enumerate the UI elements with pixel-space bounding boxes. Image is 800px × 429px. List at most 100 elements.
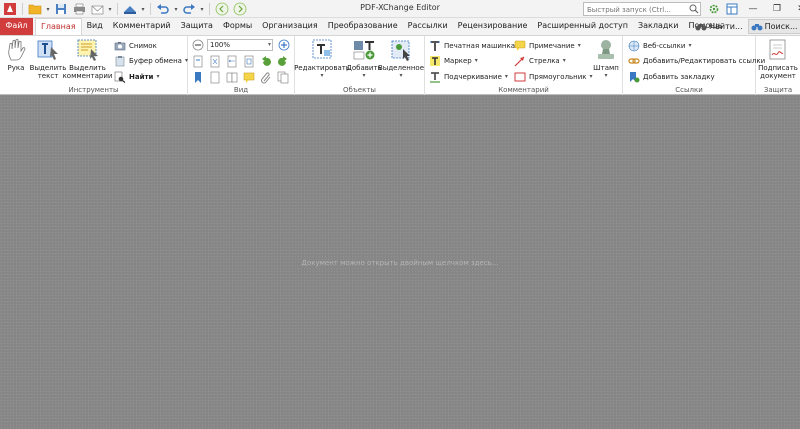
chevron-down-icon: ▾ — [562, 57, 566, 64]
email-icon[interactable] — [89, 2, 105, 16]
tab-4[interactable]: Формы — [218, 18, 257, 35]
select-comments-button[interactable]: Выделить комментарии — [62, 38, 113, 80]
document-area[interactable]: Документ можно открыть двойным щелчком з… — [0, 96, 800, 429]
pages-panel-icon[interactable] — [277, 71, 289, 84]
chevron-down-icon: ▾ — [604, 72, 608, 79]
tab-3[interactable]: Защита — [176, 18, 218, 35]
chevron-down-icon: ▾ — [474, 57, 478, 64]
chevron-down-icon: ▾ — [504, 73, 508, 80]
back-icon[interactable] — [214, 2, 230, 16]
selected-objects-label: Выделенное — [378, 64, 424, 72]
highlighter-icon — [430, 55, 440, 66]
bookmark-icon[interactable] — [192, 71, 204, 84]
clipboard-icon — [115, 55, 125, 66]
stamp-icon — [598, 40, 614, 59]
select-comments-label: Выделить комментарии — [62, 64, 113, 80]
selected-content-icon — [391, 40, 410, 61]
comment-view-icon[interactable] — [243, 71, 255, 84]
layout-icon[interactable] — [723, 1, 741, 17]
add-bookmark-label: Добавить закладку — [643, 72, 715, 81]
fit-visible-icon[interactable] — [243, 55, 255, 68]
add-objects-button[interactable]: Добавить ▾ — [346, 38, 382, 80]
fit-width-icon[interactable] — [226, 55, 238, 68]
hand-tool-button[interactable]: Рука — [3, 38, 29, 72]
find-tool-button[interactable]: Найти ▾ — [114, 70, 159, 83]
dropdown-arrow-icon[interactable]: ▾ — [45, 2, 51, 16]
minimize-button[interactable]: — — [741, 1, 765, 17]
select-text-button[interactable]: Выделить текст — [30, 38, 66, 80]
stamp-button[interactable]: Штамп ▾ — [591, 38, 621, 80]
dropdown-arrow-icon[interactable]: ▾ — [199, 2, 205, 16]
note-button[interactable]: Примечание ▾ — [514, 39, 581, 52]
find-document-icon — [114, 71, 126, 83]
tab-9[interactable]: Расширенный доступ — [532, 18, 633, 35]
weblinks-button[interactable]: Веб-ссылки ▾ — [628, 39, 691, 52]
single-page-icon[interactable] — [209, 71, 221, 84]
restore-button[interactable]: ❐ — [765, 1, 789, 17]
search-button[interactable]: Поиск... — [747, 19, 800, 34]
fit-page-icon[interactable] — [209, 55, 221, 68]
tab-7[interactable]: Рассылки — [403, 18, 453, 35]
forward-icon[interactable] — [232, 2, 248, 16]
find-button[interactable]: Найти... — [693, 19, 745, 34]
typewriter-icon — [430, 40, 440, 51]
scan-icon[interactable] — [122, 2, 138, 16]
dropdown-arrow-icon[interactable]: ▾ — [107, 2, 113, 16]
tab-10[interactable]: Закладки — [633, 18, 683, 35]
snapshot-button[interactable]: Снимок — [114, 39, 157, 52]
group-label-links: Ссылки — [675, 86, 703, 94]
rectangle-button[interactable]: Прямоугольник ▾ — [514, 70, 593, 83]
typewriter-label: Печатная машинка — [444, 41, 515, 50]
search-icon[interactable] — [689, 4, 699, 14]
typewriter-button[interactable]: Печатная машинка — [429, 39, 515, 52]
print-icon[interactable] — [71, 2, 87, 16]
zoom-in-icon[interactable] — [278, 39, 290, 52]
add-bookmark-button[interactable]: Добавить закладку — [628, 70, 715, 83]
select-text-icon — [37, 40, 58, 60]
edit-objects-button[interactable]: Редактировать ▾ — [294, 38, 350, 80]
tab-0[interactable]: Главная — [35, 18, 82, 35]
open-folder-icon[interactable] — [27, 2, 43, 16]
zoom-level-value: 100% — [210, 41, 231, 49]
undo-icon[interactable] — [155, 2, 171, 16]
tab-5[interactable]: Организация — [257, 18, 323, 35]
arrow-label: Стрелка — [529, 56, 560, 65]
settings-gear-icon[interactable] — [705, 1, 723, 17]
zoom-out-icon[interactable] — [192, 39, 204, 52]
arrow-button[interactable]: Стрелка ▾ — [514, 54, 566, 67]
zoom-level-field[interactable]: 100% ▾ — [207, 39, 273, 51]
quick-launch-input[interactable] — [583, 2, 701, 16]
ribbon-panel: Рука Выделить текст Выделить комментарии… — [0, 35, 800, 95]
rotate-left-icon[interactable] — [260, 55, 272, 68]
add-edit-link-button[interactable]: Добавить/Редактировать ссылки — [628, 54, 765, 67]
dropdown-arrow-icon[interactable]: ▾ — [173, 2, 179, 16]
tab-1[interactable]: Вид — [82, 18, 108, 35]
clipboard-button[interactable]: Буфер обмена ▾ — [114, 54, 188, 67]
tab-file[interactable]: Файл — [0, 18, 33, 35]
add-content-icon — [353, 41, 375, 60]
note-label: Примечание — [529, 41, 575, 50]
marker-button[interactable]: Маркер ▾ — [429, 54, 478, 67]
group-tools: Рука Выделить текст Выделить комментарии… — [0, 36, 188, 95]
group-label-view: Вид — [233, 86, 249, 94]
underline-button[interactable]: Подчеркивание ▾ — [429, 70, 508, 83]
dropdown-arrow-icon[interactable]: ▾ — [140, 2, 146, 16]
save-icon[interactable] — [53, 2, 69, 16]
sign-document-label: Подписать документ — [758, 64, 798, 80]
add-edit-link-label: Добавить/Редактировать ссылки — [643, 56, 766, 65]
rotate-right-icon[interactable] — [277, 55, 289, 68]
tab-8[interactable]: Рецензирование — [453, 18, 533, 35]
redo-icon[interactable] — [181, 2, 197, 16]
selected-objects-button[interactable]: Выделенное ▾ — [378, 38, 424, 80]
window-controls: — ❐ ✕ — [705, 1, 800, 17]
sign-document-button[interactable]: Подписать документ — [758, 38, 798, 80]
tab-2[interactable]: Комментарий — [108, 18, 176, 35]
two-pages-icon[interactable] — [226, 71, 238, 84]
attachment-icon[interactable] — [260, 71, 272, 84]
tab-6[interactable]: Преобразование — [323, 18, 403, 35]
app-logo-icon[interactable] — [2, 2, 18, 16]
actual-size-icon[interactable] — [192, 55, 204, 68]
find-tool-label: Найти — [129, 72, 154, 81]
edit-content-icon — [312, 39, 332, 59]
close-button[interactable]: ✕ — [789, 1, 800, 17]
